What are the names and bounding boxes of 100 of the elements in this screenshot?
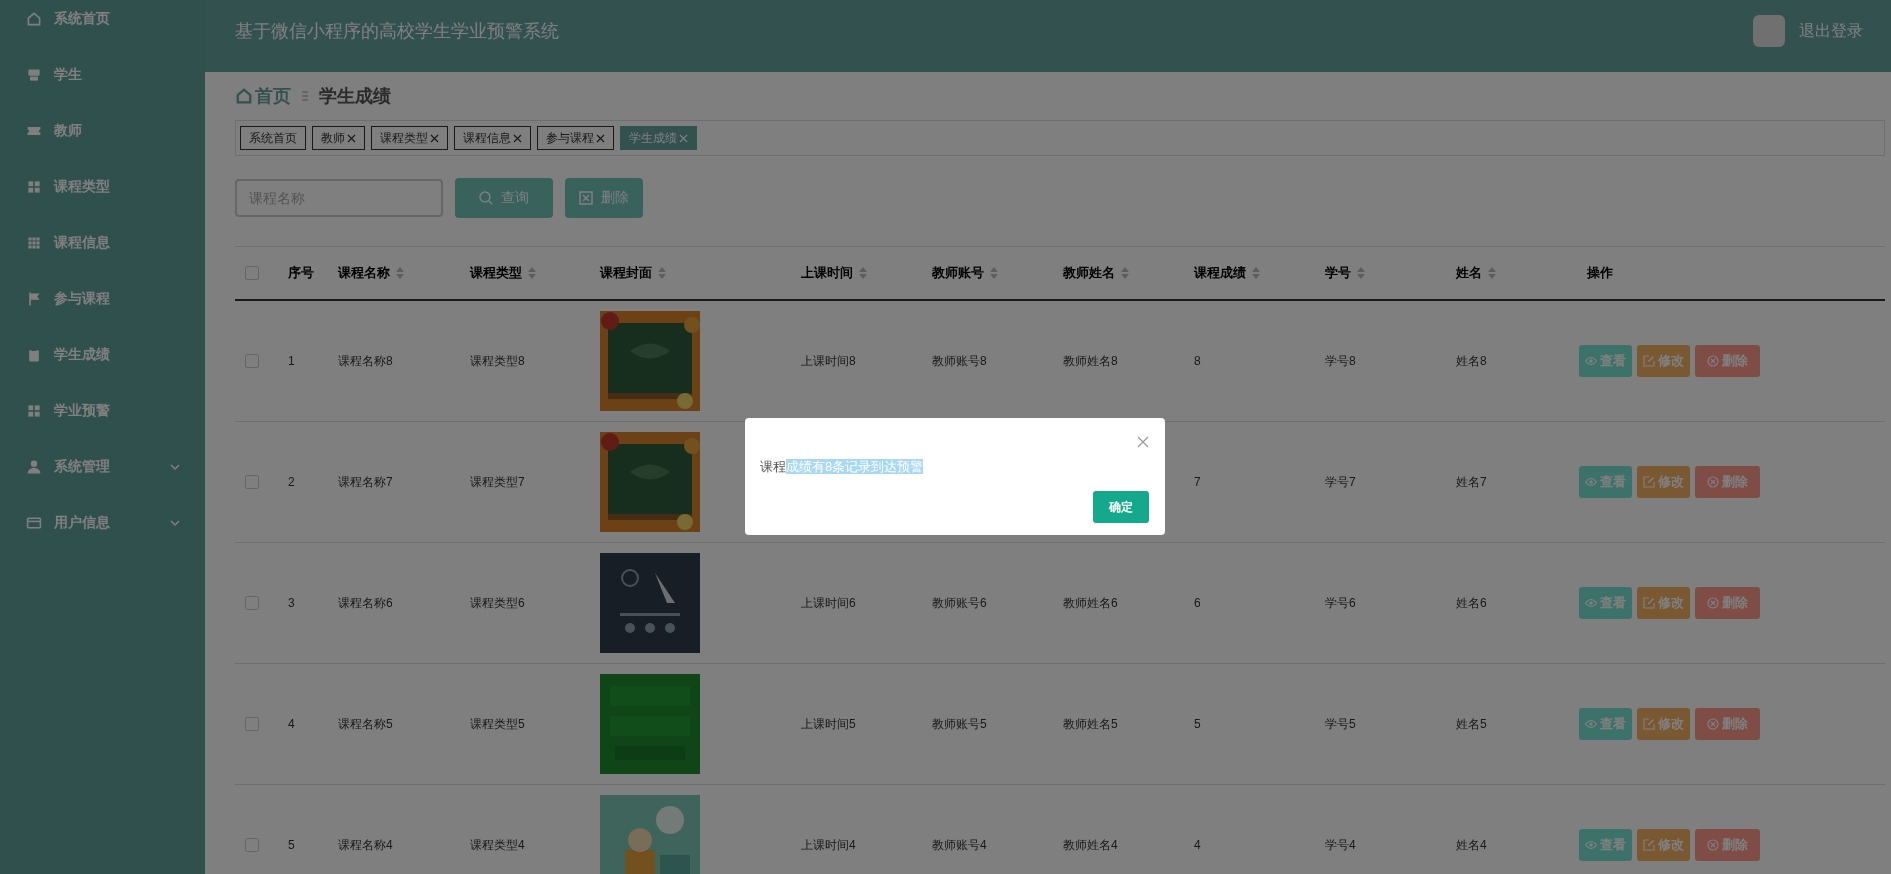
table-cell: 学号7 bbox=[1325, 473, 1356, 491]
sidebar-item[interactable]: 系统首页 bbox=[0, 0, 205, 47]
column-header: 课程成绩 bbox=[1194, 264, 1246, 282]
table-cell: 教师账号8 bbox=[932, 352, 987, 370]
edit-button[interactable]: 修改 bbox=[1637, 587, 1690, 619]
edit-icon bbox=[1643, 597, 1655, 609]
grid-icon bbox=[26, 403, 42, 419]
confirm-button[interactable]: 确定 bbox=[1093, 491, 1149, 523]
table-cell: 课程名称8 bbox=[338, 352, 393, 370]
sort-icon[interactable] bbox=[1488, 267, 1496, 279]
tab[interactable]: 课程信息 bbox=[454, 126, 531, 150]
clipboard-icon bbox=[26, 347, 42, 363]
table-cell: 教师账号5 bbox=[932, 715, 987, 733]
sort-icon[interactable] bbox=[859, 267, 867, 279]
delete-button[interactable]: 删除 bbox=[565, 178, 643, 218]
tab[interactable]: 参与课程 bbox=[537, 126, 614, 150]
sort-icon[interactable] bbox=[658, 267, 666, 279]
sidebar-item[interactable]: 学生 bbox=[0, 47, 205, 103]
breadcrumb-home[interactable]: 首页 bbox=[235, 84, 291, 108]
checkbox[interactable] bbox=[245, 596, 259, 610]
checkbox[interactable] bbox=[245, 475, 259, 489]
app-title: 基于微信小程序的高校学生学业预警系统 bbox=[235, 20, 560, 43]
eye-icon bbox=[1585, 839, 1597, 851]
sort-icon[interactable] bbox=[990, 267, 998, 279]
column-header: 教师账号 bbox=[932, 264, 984, 282]
close-icon[interactable] bbox=[1137, 436, 1149, 448]
home-icon bbox=[235, 87, 253, 105]
table-cell: 学号6 bbox=[1325, 594, 1356, 612]
sidebar-item[interactable]: 系统管理 bbox=[0, 439, 205, 495]
grid-icon bbox=[26, 235, 42, 251]
sidebar-item[interactable]: 学生成绩 bbox=[0, 327, 205, 383]
view-button[interactable]: 查看 bbox=[1579, 587, 1632, 619]
checkbox[interactable] bbox=[245, 717, 259, 731]
view-button[interactable]: 查看 bbox=[1579, 466, 1632, 498]
column-header: 序号 bbox=[288, 264, 314, 282]
user-icon bbox=[26, 459, 42, 475]
sort-icon[interactable] bbox=[1252, 267, 1260, 279]
sidebar-item[interactable]: 课程类型 bbox=[0, 159, 205, 215]
table-cell: 学号4 bbox=[1325, 836, 1356, 854]
table-cell: 课程类型6 bbox=[470, 594, 525, 612]
close-icon[interactable] bbox=[596, 133, 605, 143]
table-cell: 教师账号4 bbox=[932, 836, 987, 854]
table-cell: 6 bbox=[1194, 596, 1201, 610]
sort-icon[interactable] bbox=[1121, 267, 1129, 279]
table-cell: 课程类型4 bbox=[470, 836, 525, 854]
edit-button[interactable]: 修改 bbox=[1637, 345, 1690, 377]
table-cell: 上课时间8 bbox=[801, 352, 856, 370]
table-cell: 姓名6 bbox=[1456, 594, 1487, 612]
edit-button[interactable]: 修改 bbox=[1637, 829, 1690, 861]
avatar[interactable] bbox=[1753, 15, 1785, 47]
circle-x-icon bbox=[1707, 839, 1719, 851]
view-button[interactable]: 查看 bbox=[1579, 708, 1632, 740]
logout-link[interactable]: 退出登录 bbox=[1799, 20, 1863, 42]
eye-icon bbox=[1585, 355, 1597, 367]
checkbox[interactable] bbox=[245, 838, 259, 852]
sort-icon[interactable] bbox=[528, 267, 536, 279]
dialog-message: 课程成绩有8条记录到达预警 bbox=[760, 458, 924, 476]
table-cell: 4 bbox=[1194, 838, 1201, 852]
view-button[interactable]: 查看 bbox=[1579, 345, 1632, 377]
sidebar-item[interactable]: 课程信息 bbox=[0, 215, 205, 271]
table-cell: 课程类型7 bbox=[470, 473, 525, 491]
column-header: 课程类型 bbox=[470, 264, 522, 282]
table-cell: 上课时间5 bbox=[801, 715, 856, 733]
tab[interactable]: 教师 bbox=[312, 126, 365, 150]
table-cell: 1 bbox=[288, 354, 295, 368]
edit-button[interactable]: 修改 bbox=[1637, 466, 1690, 498]
tab[interactable]: 课程类型 bbox=[371, 126, 448, 150]
table-cell: 教师账号6 bbox=[932, 594, 987, 612]
search-icon bbox=[479, 191, 493, 205]
eye-icon bbox=[1585, 597, 1597, 609]
edit-button[interactable]: 修改 bbox=[1637, 708, 1690, 740]
table-cell: 教师姓名6 bbox=[1063, 594, 1118, 612]
table-cell: 4 bbox=[288, 717, 295, 731]
close-icon[interactable] bbox=[430, 133, 439, 143]
table-cell: 课程名称4 bbox=[338, 836, 393, 854]
breadcrumb-current: 学生成绩 bbox=[319, 85, 391, 108]
checkbox[interactable] bbox=[245, 354, 259, 368]
view-button[interactable]: 查看 bbox=[1579, 829, 1632, 861]
circle-x-icon bbox=[1707, 718, 1719, 730]
tab[interactable]: 学生成绩 bbox=[620, 126, 697, 150]
table-cell: 课程类型5 bbox=[470, 715, 525, 733]
tab[interactable]: 系统首页 bbox=[240, 126, 306, 150]
close-icon[interactable] bbox=[513, 133, 522, 143]
edit-icon bbox=[1643, 839, 1655, 851]
table-cell: 姓名7 bbox=[1456, 473, 1487, 491]
sidebar-item[interactable]: 参与课程 bbox=[0, 271, 205, 327]
sidebar-item[interactable]: 教师 bbox=[0, 103, 205, 159]
close-icon[interactable] bbox=[347, 133, 356, 143]
card-icon bbox=[26, 515, 42, 531]
sort-icon[interactable] bbox=[396, 267, 404, 279]
search-button[interactable]: 查询 bbox=[455, 178, 553, 218]
sidebar-item[interactable]: 用户信息 bbox=[0, 495, 205, 551]
sidebar-item[interactable]: 学业预警 bbox=[0, 383, 205, 439]
checkbox[interactable] bbox=[245, 266, 259, 280]
column-header: 课程名称 bbox=[338, 264, 390, 282]
table-cell: 上课时间4 bbox=[801, 836, 856, 854]
table-cell: 姓名4 bbox=[1456, 836, 1487, 854]
table-cell: 3 bbox=[288, 596, 295, 610]
sort-icon[interactable] bbox=[1357, 267, 1365, 279]
column-header: 学号 bbox=[1325, 264, 1351, 282]
